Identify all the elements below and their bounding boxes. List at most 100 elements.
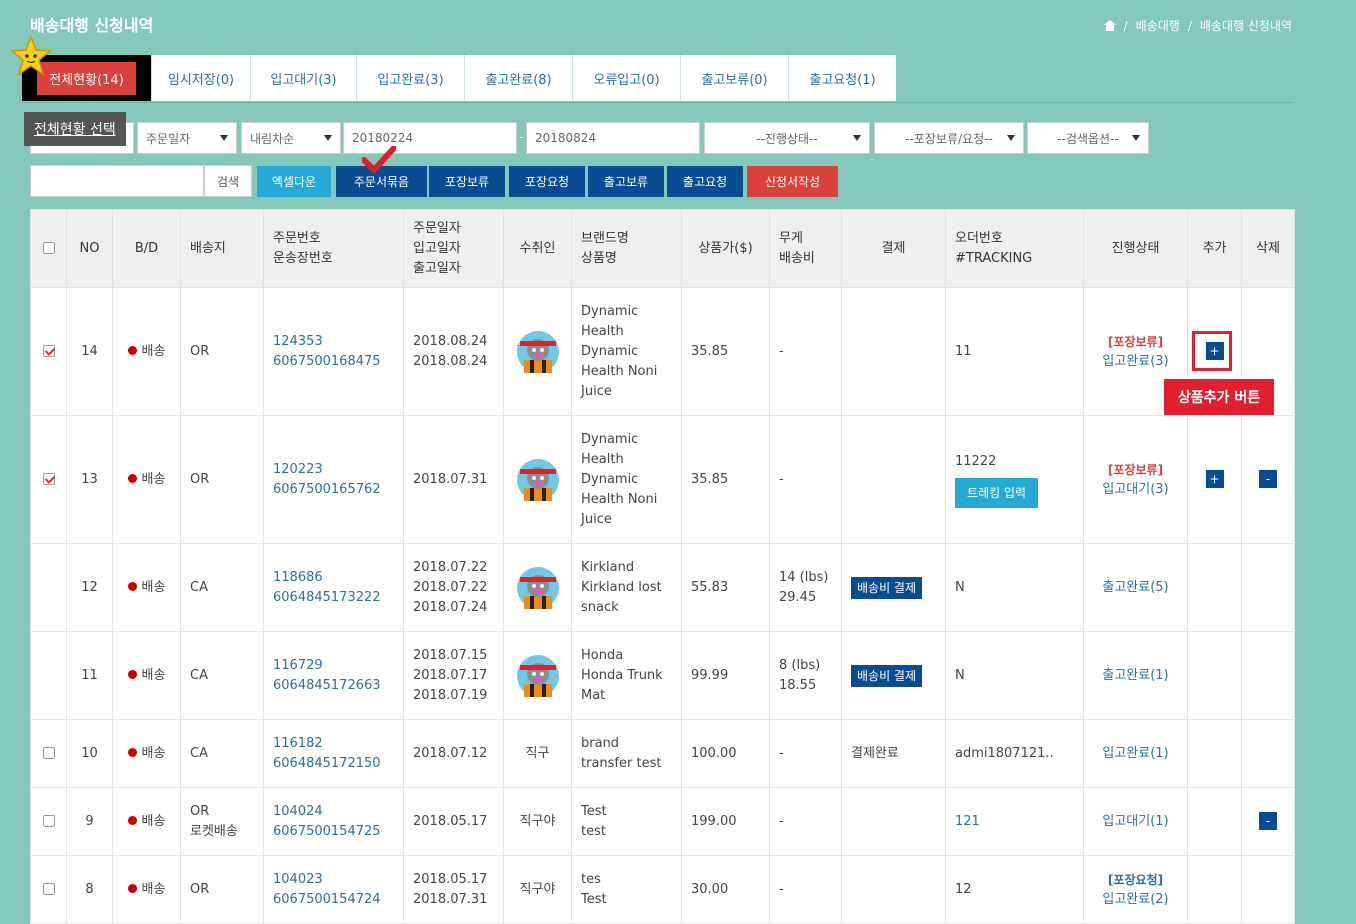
row-checkbox[interactable] (42, 747, 55, 759)
chevron-down-icon (1007, 135, 1015, 141)
col-receiver: 수취인 (503, 209, 572, 288)
order-number-link[interactable]: 116182 (273, 734, 394, 754)
search-input[interactable] (30, 165, 204, 197)
pack-request-button[interactable]: 포장요청 (509, 166, 585, 197)
row-status: 입고완료(1) (1083, 719, 1188, 788)
row-select-cell (30, 543, 67, 632)
chevron-down-icon (324, 135, 332, 141)
table-row[interactable]: 12 배송 CA 118686 6064845173222 2018.07.22 2018.… (30, 543, 1295, 632)
tracking-number-link[interactable]: 6064845172663 (273, 676, 394, 696)
order-no-value[interactable]: 121 (955, 812, 1074, 832)
row-no: 12 (66, 543, 113, 632)
row-price: 35.85 (681, 415, 770, 544)
row-no: 11 (66, 631, 113, 720)
tracking-number-link[interactable]: 6064845172150 (273, 754, 394, 774)
date-to-input[interactable]: 20180824 (526, 122, 700, 154)
receiver-avatar-icon (516, 458, 559, 501)
row-dest: OR 로켓배송 (180, 787, 264, 856)
tab-temp-saved[interactable]: 임시저장(0) (152, 55, 251, 101)
row-no: 13 (66, 415, 113, 544)
table-row[interactable]: 9 배송 OR 로켓배송 104024 6067500154725 2018.05.17 직구… (30, 787, 1295, 856)
row-checkbox[interactable] (42, 883, 55, 895)
row-bd: 배송 (112, 855, 181, 924)
status-link[interactable]: 출고완료(1) (1093, 666, 1178, 686)
row-order: 124353 6067500168475 (263, 287, 404, 416)
progress-select[interactable]: --진행상태-- (704, 122, 870, 154)
row-brand: brand transfer test (571, 719, 682, 788)
row-dates: 2018.08.24 2018.08.24 (403, 287, 504, 416)
status-dot-icon (127, 815, 137, 825)
row-dates: 2018.05.17 (403, 787, 504, 856)
table-row[interactable]: 10 배송 CA 116182 6064845172150 2018.07.12 직구 bra… (30, 719, 1295, 788)
table-row[interactable]: 13 배송 OR 120223 6067500165762 2018.07.31 Dynam… (30, 415, 1295, 544)
write-application-button[interactable]: 신청서작성 (747, 166, 838, 197)
row-order: 118686 6064845173222 (263, 543, 404, 632)
status-link[interactable]: 입고완료(1) (1093, 744, 1178, 764)
ship-hold-button[interactable]: 출고보류 (588, 166, 664, 197)
status-link[interactable]: 출고완료(5) (1093, 578, 1178, 598)
row-no: 14 (66, 287, 113, 416)
status-link[interactable]: 입고대기(3) (1093, 480, 1178, 500)
row-orderno: N (945, 543, 1084, 632)
tab-ship-hold[interactable]: 출고보류(0) (681, 55, 789, 101)
order-number-link[interactable]: 104023 (273, 870, 394, 890)
row-checkbox[interactable] (42, 345, 55, 357)
row-checkbox[interactable] (42, 815, 55, 827)
status-link[interactable]: 입고대기(1) (1093, 812, 1178, 832)
status-dot-icon (127, 883, 137, 893)
status-dot-icon (127, 581, 137, 591)
row-select-cell (30, 631, 67, 720)
row-dest: CA (180, 719, 264, 788)
delete-button[interactable]: - (1259, 469, 1277, 488)
search-option-select[interactable]: --검색옵션-- (1027, 122, 1149, 154)
pack-select[interactable]: --포장보류/요청-- (874, 122, 1024, 154)
search-button[interactable]: 검색 (204, 165, 252, 197)
tracking-number-link[interactable]: 6067500154724 (273, 890, 394, 910)
status-tag: [포장보류] (1107, 334, 1164, 349)
home-icon[interactable] (1103, 20, 1116, 31)
order-number-link[interactable]: 124353 (273, 332, 394, 352)
ship-request-button[interactable]: 출고요청 (667, 166, 743, 197)
date-type-select[interactable]: 주문일자 (137, 122, 237, 154)
tab-ship-request[interactable]: 출고요청(1) (789, 55, 896, 101)
chevron-down-icon (853, 135, 861, 141)
order-number-link[interactable]: 116729 (273, 656, 394, 676)
sort-select[interactable]: 내림차순 (241, 122, 341, 154)
row-brand: Honda Honda Trunk Mat (571, 631, 682, 720)
tracking-number-link[interactable]: 6067500154725 (273, 822, 394, 842)
order-number-link[interactable]: 104024 (273, 802, 394, 822)
order-number-link[interactable]: 118686 (273, 568, 394, 588)
row-delete: - (1241, 787, 1295, 856)
row-price: 35.85 (681, 287, 770, 416)
tracking-number-link[interactable]: 6067500168475 (273, 352, 394, 372)
tracking-input-button[interactable]: 트레킹 입력 (955, 477, 1039, 508)
pack-hold-button[interactable]: 포장보류 (429, 166, 505, 197)
order-number-link[interactable]: 120223 (273, 460, 394, 480)
pay-shipping-button[interactable]: 배송비 결제 (851, 664, 923, 687)
status-link[interactable]: 입고완료(3) (1093, 352, 1178, 372)
row-orderno: N (945, 631, 1084, 720)
pay-shipping-button[interactable]: 배송비 결제 (851, 576, 923, 599)
tracking-number-link[interactable]: 6067500165762 (273, 480, 394, 500)
tracking-number-link[interactable]: 6064845173222 (273, 588, 394, 608)
row-receiver: 직구야 (503, 787, 572, 856)
row-dest: CA (180, 631, 264, 720)
row-bd: 배송 (112, 543, 181, 632)
table-row[interactable]: 14 배송 OR 124353 6067500168475 2018.08.24 2018.… (30, 287, 1295, 416)
table-row[interactable]: 11 배송 CA 116729 6064845172663 2018.07.15 2018.… (30, 631, 1295, 720)
status-link[interactable]: 입고완료(2) (1093, 890, 1178, 910)
tab-awaiting-arrival[interactable]: 입고대기(3) (251, 55, 357, 101)
breadcrumb-item[interactable]: 배송대행 (1136, 17, 1180, 34)
row-checkbox[interactable] (42, 473, 55, 485)
status-tabs: 전체현황(14) 임시저장(0) 입고대기(3) 입고완료(3) 출고완료(8)… (22, 55, 896, 101)
excel-download-button[interactable]: 엑셀다운 (257, 166, 331, 197)
tab-shipped[interactable]: 출고완료(8) (465, 55, 573, 101)
breadcrumb-item: 배송대행 신청내역 (1199, 19, 1292, 33)
tab-error-arrival[interactable]: 오류입고(0) (573, 55, 681, 101)
add-product-button[interactable]: + (1205, 469, 1224, 488)
delete-button[interactable]: - (1259, 811, 1277, 830)
receiver-avatar-icon (516, 566, 559, 609)
select-all-checkbox[interactable] (42, 242, 55, 254)
tab-arrived[interactable]: 입고완료(3) (357, 55, 465, 101)
table-row[interactable]: 8 배송 OR 104023 6067500154724 2018.05.17 2018.0… (30, 855, 1295, 924)
